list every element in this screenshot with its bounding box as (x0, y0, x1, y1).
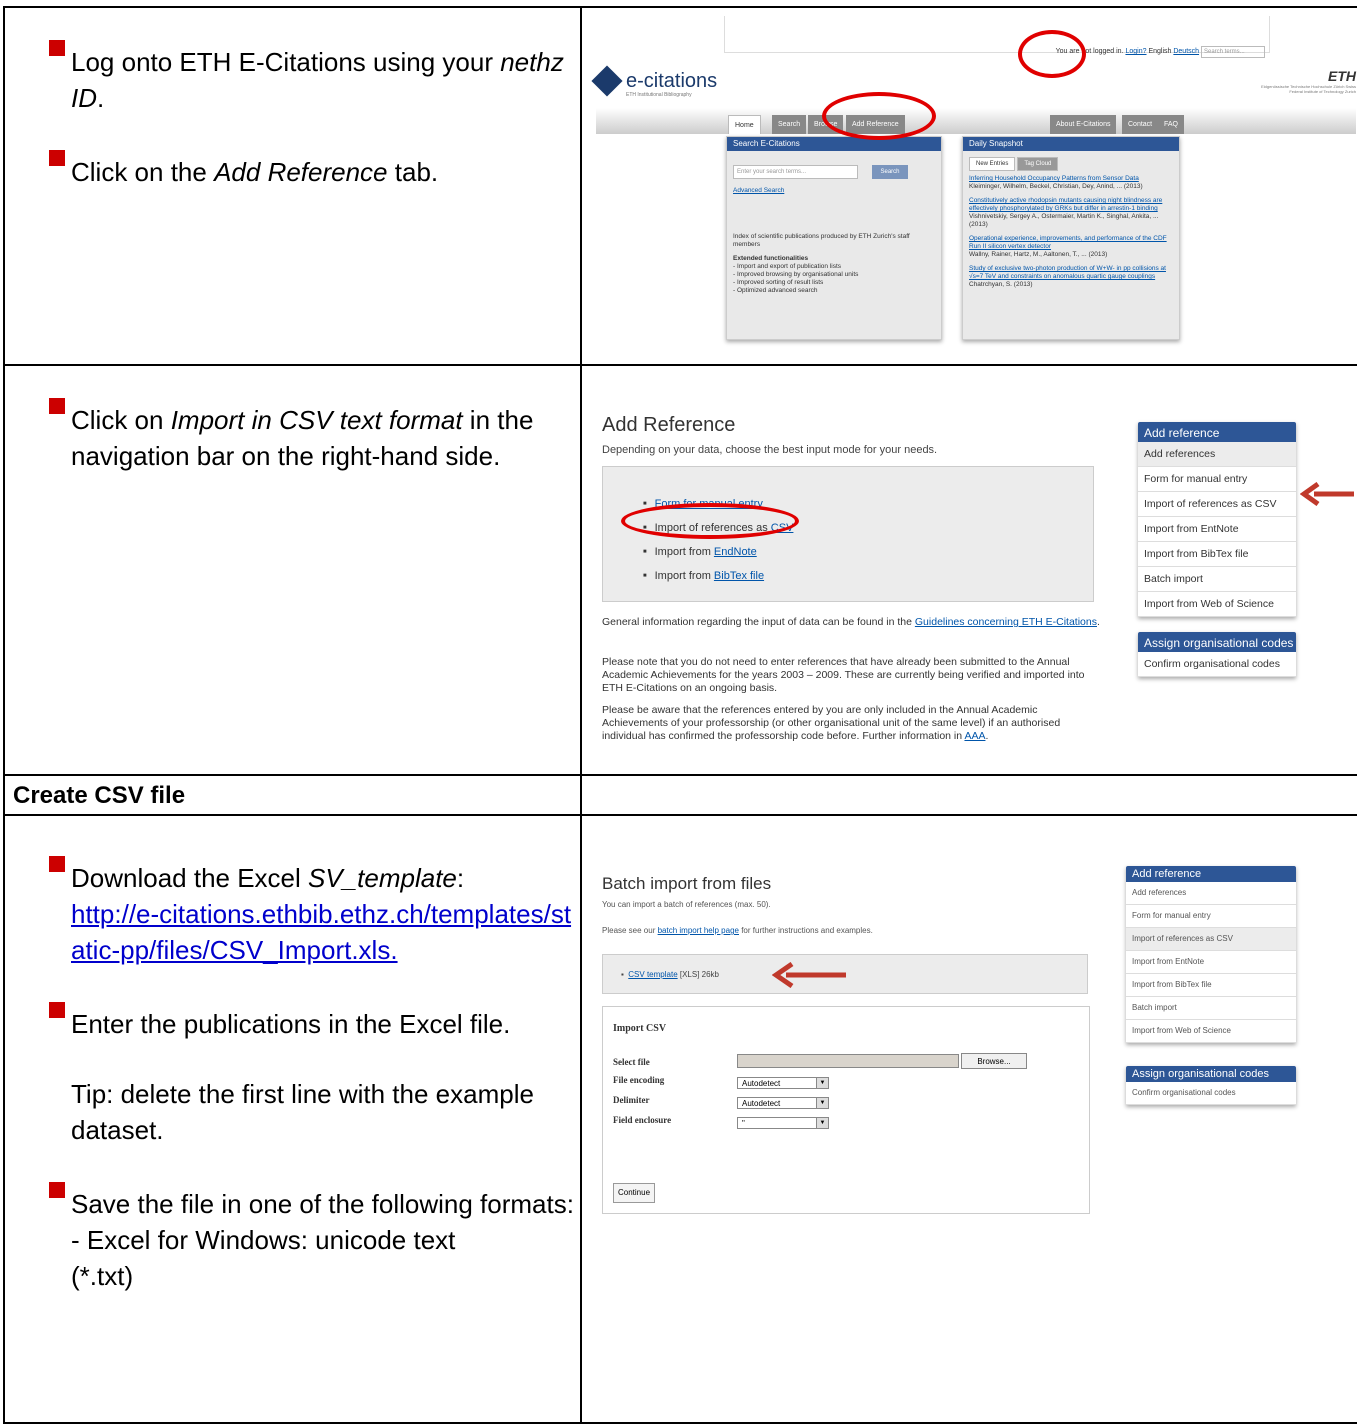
eth-logo: ETH (1328, 68, 1356, 84)
bullet-login: Log onto ETH E-Citations using your neth… (5, 40, 580, 116)
browse-button[interactable]: Browse... (961, 1053, 1027, 1069)
login-link[interactable]: Login? (1125, 48, 1146, 55)
top-search-input[interactable]: Search terms... (1201, 46, 1265, 58)
sidebar-item-import-endnote[interactable]: Import from EntNote (1138, 517, 1296, 542)
info-paragraph: Please note that you do not need to ente… (602, 656, 1085, 694)
sidebar-item-manual-entry[interactable]: Form for manual entry (1138, 467, 1296, 492)
tip-text: Tip: delete the first line with the exam… (71, 1079, 534, 1145)
sidebar-item-import-csv[interactable]: Import of references as CSV (1126, 928, 1296, 951)
snapshot-entry-link[interactable]: Operational experience, improvements, an… (969, 235, 1167, 250)
step1-screenshot: You are not logged in. Login? English De… (580, 6, 1357, 366)
bullet-square-icon (49, 856, 65, 872)
continue-button[interactable]: Continue (613, 1183, 656, 1203)
dropdown-arrow-icon: ▼ (816, 1078, 828, 1088)
delimiter-select[interactable]: Autodetect ▼ (737, 1097, 829, 1109)
sidebar-item-import-bibtex[interactable]: Import from BibTex file (1126, 974, 1296, 997)
bullet-square-icon (49, 40, 65, 56)
bullet-import-csv: Click on Import in CSV text format in th… (5, 398, 580, 474)
tab-contact[interactable]: Contact (1122, 115, 1159, 134)
panel-search-button[interactable]: Search (872, 165, 908, 179)
page-title: Batch import from files (602, 874, 772, 893)
dropdown-arrow-icon: ▼ (816, 1118, 828, 1128)
bullet-enter-publications: Enter the publications in the Excel file… (5, 1002, 580, 1042)
add-reference-sidenav: Add reference Add references Form for ma… (1126, 866, 1296, 1043)
tab-tag-cloud[interactable]: Tag Cloud (1017, 157, 1059, 171)
template-download-link[interactable]: http://e-citations.ethbib.ethz.ch/templa… (71, 899, 571, 965)
panel-search-input[interactable]: Enter your search terms... (733, 165, 858, 179)
sidebar-item-batch-import[interactable]: Batch import (1138, 567, 1296, 592)
aaa-link[interactable]: AAA (964, 730, 985, 742)
snapshot-entry-link[interactable]: Inferring Household Occupancy Patterns f… (969, 175, 1139, 182)
login-status: You are not logged in. (1055, 48, 1124, 55)
guidelines-link[interactable]: Guidelines concerning ETH E-Citations (915, 616, 1097, 628)
bullet-square-icon (49, 1002, 65, 1018)
file-encoding-select[interactable]: Autodetect ▼ (737, 1077, 829, 1089)
tab-about[interactable]: About E-Citations (1050, 115, 1117, 134)
tab-home[interactable]: Home (728, 115, 761, 134)
search-panel: Search E-Citations Enter your search ter… (726, 136, 942, 340)
sidebar-item-add-references[interactable]: Add references (1138, 442, 1296, 467)
tab-faq[interactable]: FAQ (1158, 115, 1185, 134)
sidebar-item-batch-import[interactable]: Batch import (1126, 997, 1296, 1020)
lang-deutsch[interactable]: Deutsch (1173, 48, 1199, 55)
sidebar-item-web-of-science[interactable]: Import from Web of Science (1126, 1020, 1296, 1043)
input-mode-options: Form for manual entry Import of referenc… (602, 466, 1094, 602)
sidebar-item-web-of-science[interactable]: Import from Web of Science (1138, 592, 1296, 617)
lang-english[interactable]: English (1148, 48, 1171, 55)
import-csv-form: Import CSV Select file Browse... File en… (602, 1006, 1090, 1214)
bullet-square-icon (49, 1182, 65, 1198)
bullet-add-reference: Click on the Add Reference tab. (5, 150, 580, 190)
sidebar-item-confirm-codes[interactable]: Confirm organisational codes (1126, 1082, 1296, 1105)
logo-diamond-icon (591, 65, 623, 97)
step2-instructions: Click on Import in CSV text format in th… (3, 364, 582, 776)
dropdown-arrow-icon: ▼ (816, 1098, 828, 1108)
sidebar-item-import-endnote[interactable]: Import from EntNote (1126, 951, 1296, 974)
sidebar-item-import-csv[interactable]: Import of references as CSV (1138, 492, 1296, 517)
snapshot-entry-link[interactable]: Constitutively active rhodopsin mutants … (969, 197, 1162, 212)
tab-new-entries[interactable]: New Entries (969, 157, 1016, 171)
sidebar-item-confirm-codes[interactable]: Confirm organisational codes (1138, 652, 1296, 677)
info-paragraph: Please be aware that the references ente… (602, 704, 1061, 742)
step3-instructions: Download the Excel SV_template: http://e-… (3, 814, 582, 1424)
option-endnote[interactable]: Import from EndNote (643, 541, 1093, 565)
tab-add-reference[interactable]: Add Reference (846, 115, 905, 134)
snapshot-entry-link[interactable]: Study of exclusive two-photon production… (969, 265, 1166, 280)
tab-browse[interactable]: Browse (808, 115, 844, 134)
page-title: Add Reference (602, 414, 736, 436)
option-manual-entry[interactable]: Form for manual entry (643, 493, 1093, 517)
section-header: Create CSV file (3, 774, 582, 816)
sidebar-item-manual-entry[interactable]: Form for manual entry (1126, 905, 1296, 928)
batch-help-link[interactable]: batch import help page (658, 926, 739, 935)
info-paragraph: General information regarding the input … (602, 616, 1100, 628)
step1-instructions: Log onto ETH E-Citations using your neth… (3, 6, 582, 366)
add-reference-sidenav: Add reference Add references Form for ma… (1138, 422, 1296, 617)
field-enclosure-select[interactable]: " ▼ (737, 1117, 829, 1129)
bullet-save-file: Save the file in one of the following fo… (5, 1182, 580, 1294)
bullet-square-icon (49, 150, 65, 166)
instruction-table: Log onto ETH E-Citations using your neth… (3, 6, 1357, 1424)
sidebar-item-add-references[interactable]: Add references (1126, 882, 1296, 905)
ecitations-logo[interactable]: e-citations (591, 65, 717, 97)
csv-template-link[interactable]: CSV template (628, 970, 677, 979)
step3-screenshot: Batch import from files You can import a… (580, 814, 1357, 1424)
bullet-download-template: Download the Excel SV_template: http://e-… (5, 856, 580, 968)
daily-snapshot-panel: Daily Snapshot New Entries Tag Cloud Inf… (962, 136, 1180, 340)
option-csv[interactable]: Import of references as CSV (643, 517, 1093, 541)
assign-codes-sidenav: Assign organisational codes Confirm orga… (1126, 1066, 1296, 1105)
advanced-search-link[interactable]: Advanced Search (733, 187, 784, 194)
ecitations-homepage: You are not logged in. Login? English De… (591, 16, 1356, 358)
main-nav: Home Search Browse Add Reference About E… (596, 108, 1356, 134)
tab-search[interactable]: Search (772, 115, 807, 134)
top-bar: You are not logged in. Login? English De… (724, 16, 1270, 58)
step2-screenshot: Add Reference Depending on your data, ch… (580, 364, 1357, 776)
bullet-square-icon (49, 398, 65, 414)
sidebar-item-import-bibtex[interactable]: Import from BibTex file (1138, 542, 1296, 567)
pointer-arrow-icon (1300, 482, 1354, 506)
assign-codes-sidenav: Assign organisational codes Confirm orga… (1138, 632, 1296, 677)
pointer-arrow-icon (772, 962, 846, 988)
file-path-field[interactable] (737, 1054, 959, 1068)
option-bibtex[interactable]: Import from BibTex file (643, 565, 1093, 589)
